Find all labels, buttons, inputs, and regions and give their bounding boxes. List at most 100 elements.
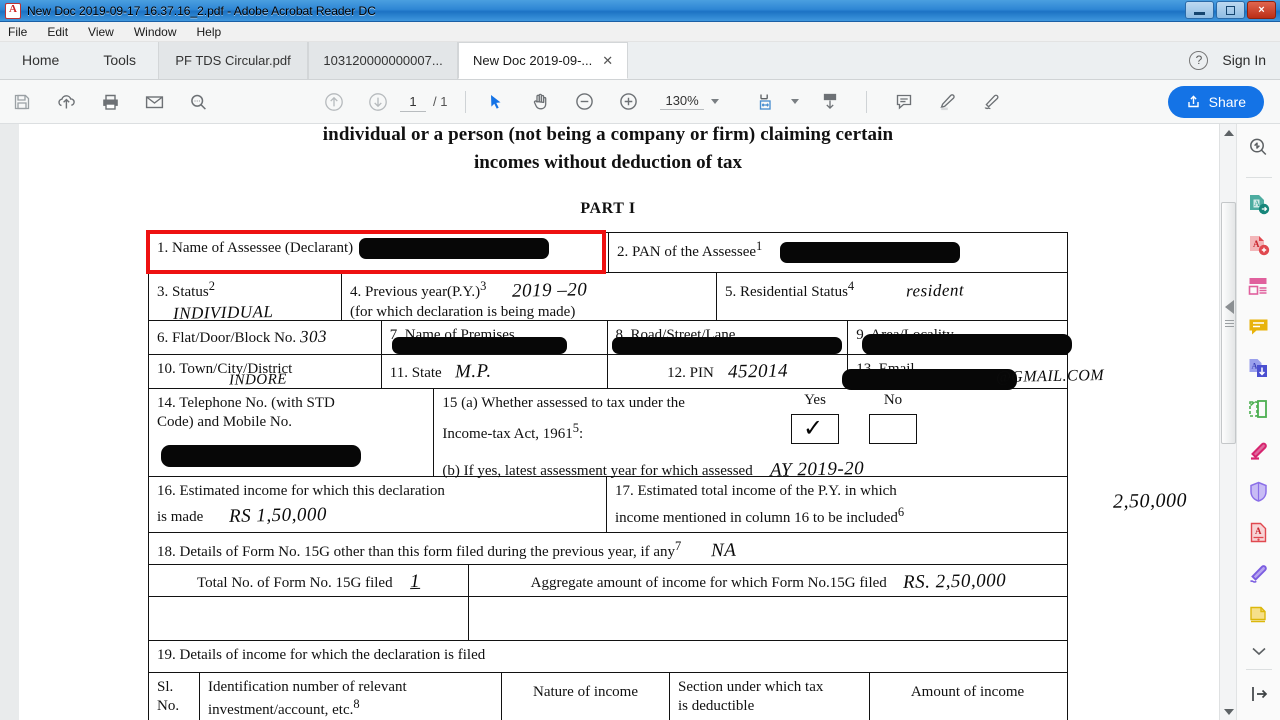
comment-icon[interactable] bbox=[887, 87, 921, 117]
menu-file[interactable]: File bbox=[0, 22, 37, 42]
yes-no-checkbox-group: Yes ✓ No bbox=[791, 391, 917, 445]
field-other-15g-details[interactable]: 18. Details of Form No. 15G other than t… bbox=[149, 533, 1067, 564]
scroll-up-arrow[interactable] bbox=[1220, 124, 1237, 141]
vertical-scrollbar[interactable] bbox=[1219, 124, 1236, 720]
request-signatures-icon[interactable] bbox=[1244, 602, 1274, 627]
toolbar-divider-2 bbox=[865, 90, 867, 113]
page-down-icon[interactable] bbox=[361, 87, 395, 117]
heading-line-1: individual or a person (not being a comp… bbox=[322, 124, 894, 145]
footnote-ref: 8 bbox=[353, 696, 360, 711]
minimize-button[interactable] bbox=[1185, 1, 1214, 19]
field-pin[interactable]: 12. PIN 452014 bbox=[606, 355, 848, 388]
print-icon[interactable] bbox=[93, 87, 127, 117]
email-icon[interactable] bbox=[137, 87, 171, 117]
window-title: New Doc 2019-09-17 16.37.16_2.pdf - Adob… bbox=[27, 3, 376, 18]
scrollbar-thumb[interactable] bbox=[1221, 202, 1236, 444]
field-income-details-heading[interactable]: 19. Details of income for which the decl… bbox=[149, 641, 1067, 672]
page-number-input[interactable]: 1 bbox=[400, 92, 426, 112]
search-pdf-icon[interactable] bbox=[1244, 136, 1274, 159]
field-pan-of-assessee[interactable]: 2. PAN of the Assessee1 bbox=[608, 233, 1067, 272]
yes-label: Yes bbox=[804, 392, 826, 408]
compress-pdf-icon[interactable]: A bbox=[1244, 356, 1274, 381]
redacted-value bbox=[391, 337, 567, 354]
fit-page-chevron-icon[interactable] bbox=[790, 99, 799, 104]
collapse-pane-icon[interactable] bbox=[1244, 684, 1274, 704]
help-icon[interactable]: ? bbox=[1189, 50, 1209, 70]
field-total-15g-filed[interactable]: Total No. of Form No. 15G filed 1 bbox=[149, 565, 468, 596]
scrollbar-grip-icon bbox=[1225, 318, 1234, 329]
home-button[interactable]: Home bbox=[0, 41, 81, 79]
zoom-level-value[interactable]: 130% bbox=[660, 93, 704, 110]
sign-in-button[interactable]: Sign In bbox=[1222, 52, 1266, 68]
field-telephone[interactable]: 14. Telephone No. (with STD Code) and Mo… bbox=[149, 389, 433, 476]
form-row-7: 18. Details of Form No. 15G other than t… bbox=[149, 533, 1067, 565]
zoom-in-icon[interactable] bbox=[611, 87, 645, 117]
field-status[interactable]: 3. Status2 INDIVIDUAL bbox=[149, 273, 341, 323]
tool-pane-divider bbox=[1245, 177, 1272, 178]
field-aggregate-amount[interactable]: Aggregate amount of income for which For… bbox=[468, 565, 1067, 596]
tab-103120000000007[interactable]: 103120000000007... bbox=[308, 42, 459, 79]
menu-window[interactable]: Window bbox=[124, 22, 187, 42]
field-value: @GMAIL.COM bbox=[996, 366, 1105, 387]
document-viewport[interactable]: individual or a person (not being a comp… bbox=[0, 124, 1196, 720]
hand-icon[interactable] bbox=[523, 87, 557, 117]
field-email[interactable]: 13. Email @GMAIL.COM bbox=[842, 355, 1105, 390]
search-icon[interactable] bbox=[181, 87, 215, 117]
field-label: 19. Details of income for which the decl… bbox=[157, 647, 486, 663]
no-checkbox[interactable] bbox=[869, 414, 917, 445]
comment-tool-icon[interactable] bbox=[1244, 315, 1274, 340]
fit-page-icon[interactable] bbox=[750, 87, 784, 117]
organize-pages-icon[interactable] bbox=[1244, 274, 1274, 299]
fill-and-sign-icon[interactable] bbox=[1244, 561, 1274, 586]
no-option[interactable]: No bbox=[869, 391, 917, 445]
yes-option[interactable]: Yes ✓ bbox=[791, 391, 839, 445]
field-label-line2: Code) and Mobile No. bbox=[157, 414, 292, 431]
scroll-mode-icon[interactable] bbox=[813, 87, 847, 117]
collapse-tool-pane-arrow-icon[interactable] bbox=[1225, 300, 1234, 314]
menu-edit[interactable]: Edit bbox=[37, 22, 78, 42]
field-label-line2: is made RS 1,50,000 bbox=[157, 504, 598, 528]
share-label: Share bbox=[1208, 93, 1246, 110]
crop-pages-icon[interactable] bbox=[1244, 397, 1274, 422]
export-pdf-icon[interactable]: A bbox=[1244, 192, 1274, 217]
field-name-of-premises[interactable]: 7. Name of Premises bbox=[380, 321, 607, 354]
signature-icon[interactable] bbox=[975, 87, 1009, 117]
scroll-down-arrow[interactable] bbox=[1220, 703, 1237, 720]
field-town-city-district[interactable]: 10. Town/City/District INDORE bbox=[149, 355, 381, 389]
combine-files-icon[interactable]: A bbox=[1244, 520, 1274, 545]
upload-cloud-icon[interactable] bbox=[49, 87, 83, 117]
restore-button[interactable] bbox=[1216, 1, 1245, 19]
menu-help[interactable]: Help bbox=[187, 22, 232, 42]
create-pdf-icon[interactable]: A bbox=[1244, 233, 1274, 258]
field-road-street-lane[interactable]: 8. Road/Street/Lane bbox=[606, 321, 848, 354]
zoom-out-icon[interactable] bbox=[567, 87, 601, 117]
protect-pdf-icon[interactable] bbox=[1244, 479, 1274, 504]
tab-close-icon[interactable]: ✕ bbox=[602, 53, 613, 69]
field-flat-door-block[interactable]: 6. Flat/Door/Block No. 303 bbox=[149, 321, 381, 354]
chevron-down-icon[interactable] bbox=[710, 99, 719, 104]
empty-cell-left[interactable] bbox=[149, 597, 468, 640]
field-estimated-total-income[interactable]: 17. Estimated total income of the P.Y. i… bbox=[606, 477, 1187, 532]
field-residential-status[interactable]: 5. Residential Status4 resident bbox=[716, 273, 1065, 320]
chevron-down-icon[interactable] bbox=[1244, 643, 1274, 660]
redacted-value bbox=[611, 337, 842, 354]
tab-pf-tds-circular[interactable]: PF TDS Circular.pdf bbox=[158, 42, 309, 79]
field-assessed-to-tax[interactable]: 15 (a) Whether assessed to tax under the… bbox=[433, 389, 1067, 481]
menu-view[interactable]: View bbox=[78, 22, 124, 42]
field-state[interactable]: 11. State M.P. bbox=[380, 355, 607, 388]
field-name-of-assessee[interactable]: 1. Name of Assessee (Declarant) bbox=[149, 233, 608, 272]
yes-checkbox[interactable]: ✓ bbox=[791, 414, 839, 445]
page-up-icon[interactable] bbox=[317, 87, 351, 117]
edit-pdf-icon[interactable] bbox=[1244, 438, 1274, 463]
tab-new-doc-2019-09[interactable]: New Doc 2019-09-... ✕ bbox=[458, 42, 629, 79]
field-previous-year[interactable]: 4. Previous year(P.Y.)3 2019 –20 (for wh… bbox=[341, 273, 716, 320]
empty-cell-right[interactable] bbox=[468, 597, 1067, 640]
highlight-icon[interactable] bbox=[931, 87, 965, 117]
field-estimated-income[interactable]: 16. Estimated income for which this decl… bbox=[149, 477, 606, 532]
select-cursor-icon[interactable] bbox=[479, 87, 513, 117]
share-button[interactable]: Share bbox=[1167, 85, 1264, 118]
field-area-locality[interactable]: 9. Area/Locality bbox=[847, 321, 1073, 355]
save-icon[interactable] bbox=[5, 87, 39, 117]
close-button[interactable]: × bbox=[1247, 1, 1276, 19]
tools-button[interactable]: Tools bbox=[81, 41, 158, 79]
